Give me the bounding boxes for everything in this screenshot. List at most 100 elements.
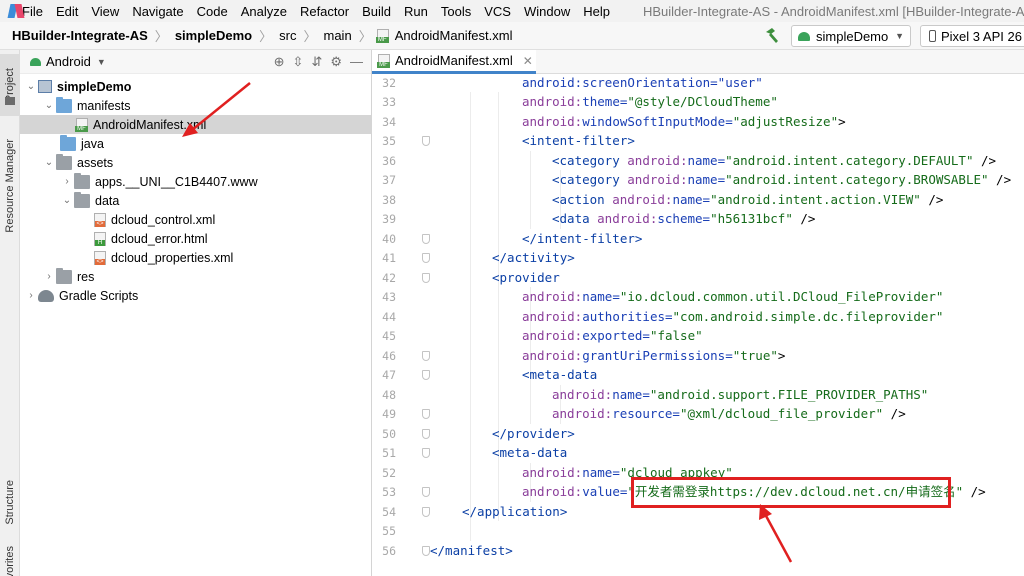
- chevron-right-icon[interactable]: ›: [42, 271, 56, 282]
- indent-guide: [530, 150, 531, 229]
- fold-marker-icon[interactable]: [422, 487, 430, 497]
- chevron-right-icon[interactable]: ›: [24, 290, 38, 301]
- menu-refactor[interactable]: Refactor: [294, 4, 356, 19]
- code-token: "开发者需登录https://dev.dcloud.net.cn/申请签名": [627, 484, 964, 499]
- menu-run[interactable]: Run: [398, 4, 435, 19]
- code-line: <meta-data: [492, 443, 567, 463]
- fold-marker-icon[interactable]: [422, 428, 430, 439]
- breadcrumb-project[interactable]: HBuilder-Integrate-AS: [10, 28, 150, 43]
- fold-marker-icon[interactable]: [422, 506, 430, 517]
- menu-window[interactable]: Window: [518, 4, 577, 19]
- resource-manager-tool-tab[interactable]: Resource Manager: [0, 126, 20, 246]
- menu-help[interactable]: Help: [577, 4, 617, 19]
- breadcrumb-file[interactable]: AndroidManifest.xml: [393, 28, 515, 43]
- code-line: <intent-filter>: [522, 131, 635, 151]
- code-line: android:theme="@style/DCloudTheme": [522, 92, 778, 112]
- code-token: name=: [582, 464, 620, 480]
- code-token: android:screenOrientation="user": [522, 74, 763, 90]
- code-line: <data android:scheme="h56131bcf" />: [552, 209, 815, 229]
- fold-marker-icon[interactable]: [422, 350, 430, 361]
- fold-marker-icon[interactable]: [422, 409, 430, 419]
- line-number: 48: [382, 387, 396, 402]
- fold-marker-icon[interactable]: [422, 233, 430, 244]
- run-configuration-label: simpleDemo: [816, 28, 889, 44]
- hammer-icon[interactable]: [762, 26, 782, 46]
- tree-item-apps-www[interactable]: › apps.__UNI__C1B4407.www: [20, 172, 372, 191]
- code-line: <meta-data: [522, 365, 597, 385]
- code-line: <provider: [492, 268, 560, 288]
- tree-item-data[interactable]: ⌄ data: [20, 191, 372, 210]
- tree-item-label: res: [77, 269, 95, 284]
- line-number: 34: [382, 114, 396, 129]
- code-token: android:: [552, 406, 613, 421]
- code-token: <category: [552, 152, 628, 168]
- folder-icon: [5, 97, 15, 105]
- project-tool-tab[interactable]: Project: [0, 54, 20, 116]
- tree-item-gradle-scripts[interactable]: › Gradle Scripts: [20, 286, 372, 305]
- chevron-down-icon[interactable]: ⌄: [42, 100, 56, 111]
- menu-navigate[interactable]: Navigate: [126, 4, 190, 19]
- structure-tool-tab[interactable]: Structure: [0, 470, 20, 534]
- line-number: 51: [382, 446, 396, 460]
- chevron-down-icon[interactable]: ⌄: [24, 81, 38, 92]
- hide-icon[interactable]: —: [350, 54, 363, 69]
- menu-tools[interactable]: Tools: [435, 4, 478, 19]
- locate-icon[interactable]: ⊕: [274, 54, 285, 70]
- run-configuration-select[interactable]: simpleDemo ▼: [791, 25, 911, 47]
- line-number-gutter: 32 33 34 35 36 37 38 39 40 41 42 43 44 45 46 47 48 49 50 51…: [372, 74, 430, 576]
- chevron-down-icon[interactable]: ⌄: [60, 195, 74, 206]
- chevron-down-icon[interactable]: ⌄: [42, 157, 56, 168]
- menu-view[interactable]: View: [85, 4, 126, 19]
- chevron-down-icon: ▼: [895, 31, 904, 41]
- menu-build[interactable]: Build: [356, 4, 398, 19]
- gear-icon[interactable]: ⚙: [330, 54, 342, 70]
- code-line: android:name="io.dcloud.common.util.DClo…: [522, 287, 943, 307]
- tree-item-dcloud-properties[interactable]: dcloud_properties.xml: [20, 248, 372, 267]
- menu-analyze[interactable]: Analyze: [235, 4, 294, 19]
- code-token: "android.intent.category.DEFAULT": [725, 152, 974, 168]
- folder-icon: [74, 172, 90, 189]
- code-token: value=: [582, 484, 628, 499]
- breadcrumb-main[interactable]: main: [322, 28, 354, 43]
- menu-edit[interactable]: Edit: [50, 4, 85, 19]
- breadcrumb-src[interactable]: src: [277, 28, 298, 43]
- code-token: "io.dcloud.common.util.DCloud_FileProvid…: [619, 289, 944, 304]
- structure-tab-label: Structure: [4, 479, 16, 525]
- line-number: 44: [382, 309, 396, 324]
- breadcrumb-module[interactable]: simpleDemo: [173, 28, 254, 43]
- collapse-all-icon[interactable]: ⇵: [311, 54, 322, 70]
- tab-androidmanifest[interactable]: AndroidManifest.xml ✕: [372, 50, 536, 74]
- line-number: 35: [382, 134, 396, 148]
- code-token: <action: [552, 191, 613, 207]
- android-icon: [30, 57, 41, 66]
- fold-marker-icon[interactable]: [422, 448, 430, 458]
- device-select[interactable]: Pixel 3 API 26: [920, 25, 1024, 47]
- fold-marker-icon[interactable]: [422, 136, 430, 146]
- line-number: 54: [382, 504, 396, 519]
- favorites-tool-tab[interactable]: Favorites: [0, 546, 20, 576]
- tree-item-res[interactable]: › res: [20, 267, 372, 286]
- expand-all-icon[interactable]: ⇳: [293, 54, 304, 70]
- folder-icon: [56, 267, 72, 284]
- fold-marker-icon[interactable]: [422, 545, 430, 556]
- fold-marker-icon[interactable]: [422, 253, 430, 263]
- tree-item-dcloud-control[interactable]: dcloud_control.xml: [20, 210, 372, 229]
- close-icon[interactable]: ✕: [523, 54, 533, 68]
- chevron-right-icon[interactable]: ›: [60, 176, 74, 187]
- code-token: name=: [612, 386, 650, 402]
- xml-file-icon: [94, 212, 106, 227]
- menu-code[interactable]: Code: [191, 4, 235, 19]
- tree-item-label: simpleDemo: [57, 79, 132, 94]
- fold-marker-icon[interactable]: [422, 370, 430, 380]
- menu-vcs[interactable]: VCS: [478, 4, 518, 19]
- line-number: 43: [382, 290, 396, 304]
- tree-item-dcloud-error[interactable]: dcloud_error.html: [20, 229, 372, 248]
- line-number: 50: [382, 426, 396, 441]
- folder-icon: [56, 153, 72, 170]
- project-view-select[interactable]: Android ▼: [30, 54, 106, 69]
- code-editor[interactable]: android:screenOrientation="user" android:…: [430, 74, 1024, 576]
- fold-marker-icon[interactable]: [422, 272, 430, 283]
- tree-item-assets[interactable]: ⌄ assets: [20, 153, 372, 172]
- code-token: "dcloud_appkey": [619, 464, 733, 480]
- code-token: android:: [627, 152, 688, 168]
